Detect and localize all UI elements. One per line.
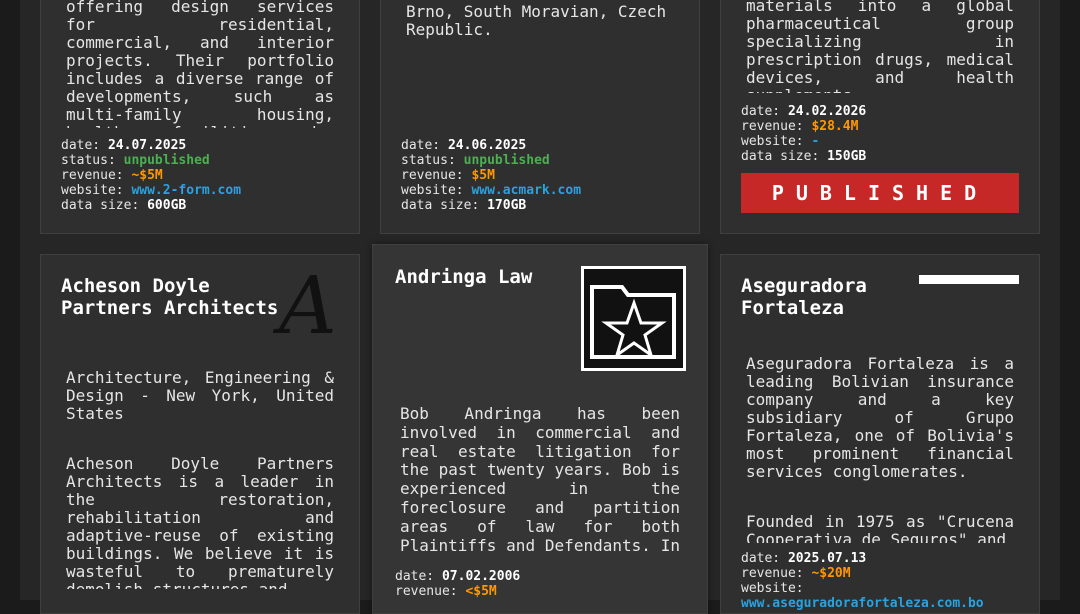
company-meta: date: 24.07.2025 status: unpublished rev… <box>61 138 242 213</box>
company-title: Acheson Doyle Partners Architects <box>61 275 279 319</box>
company-card[interactable]: offering design services for residential… <box>40 0 360 234</box>
status-badge: unpublished <box>123 153 210 168</box>
company-card[interactable]: Aseguradora Fortaleza Aseguradora Fortal… <box>720 254 1040 614</box>
status-badge: unpublished <box>463 153 550 168</box>
company-description: Acheson Doyle Partners Architects is a l… <box>66 455 334 589</box>
revenue-value: ~$20M <box>811 566 851 581</box>
published-badge: PUBLISHED <box>741 173 1019 213</box>
date-value: 07.02.2006 <box>441 569 521 584</box>
revenue-value: <$5M <box>465 584 497 599</box>
company-title: Andringa Law <box>395 266 533 288</box>
company-meta: date: 2025.07.13 revenue: ~$20M website:… <box>741 551 984 611</box>
company-description: Aseguradora Fortaleza is a leading Boliv… <box>746 355 1014 543</box>
date-value: 24.06.2025 <box>447 138 527 153</box>
company-meta: date: 07.02.2006 revenue: <$5M <box>395 569 521 599</box>
company-card[interactable]: Brno, South Moravian, Czech Republic. da… <box>380 0 700 234</box>
company-description: Brno, South Moravian, Czech Republic. <box>406 3 667 39</box>
company-description: offering design services for residential… <box>66 0 334 128</box>
company-card[interactable]: materials into a global pharmaceutical g… <box>720 0 1040 234</box>
website-link[interactable]: www.acmark.com <box>471 183 581 198</box>
revenue-value: ~$5M <box>131 168 163 183</box>
company-card[interactable]: Andringa Law Bob Andringa has been invol… <box>372 244 708 614</box>
company-description: materials into a global pharmaceutical g… <box>746 0 1014 93</box>
revenue-value: $5M <box>471 168 495 183</box>
data-size-value: 170GB <box>487 198 527 213</box>
company-meta: date: 24.06.2025 status: unpublished rev… <box>401 138 582 213</box>
company-logo: A <box>279 259 337 352</box>
company-subtitle: Architecture, Engineering & Design - New… <box>66 369 334 423</box>
company-card[interactable]: Acheson Doyle Partners Architects A Arch… <box>40 254 360 614</box>
website-link[interactable]: www.aseguradorafortaleza.com.bo <box>741 596 984 611</box>
date-value: 2025.07.13 <box>787 551 867 566</box>
company-logo <box>919 275 1019 284</box>
revenue-value: $28.4M <box>811 119 859 134</box>
data-size-value: 150GB <box>827 149 867 164</box>
company-meta: date: 24.02.2026 revenue: $28.4M website… <box>741 104 867 164</box>
website-link[interactable]: - <box>811 134 819 149</box>
date-value: 24.02.2026 <box>787 104 867 119</box>
date-value: 24.07.2025 <box>107 138 187 153</box>
pentagram-folder-icon <box>581 266 686 371</box>
data-size-value: 600GB <box>147 198 187 213</box>
website-link[interactable]: www.2-form.com <box>131 183 241 198</box>
company-title: Aseguradora Fortaleza <box>741 275 867 319</box>
page-grid: offering design services for residential… <box>20 0 1060 614</box>
company-description: Bob Andringa has been involved in commer… <box>400 405 680 557</box>
